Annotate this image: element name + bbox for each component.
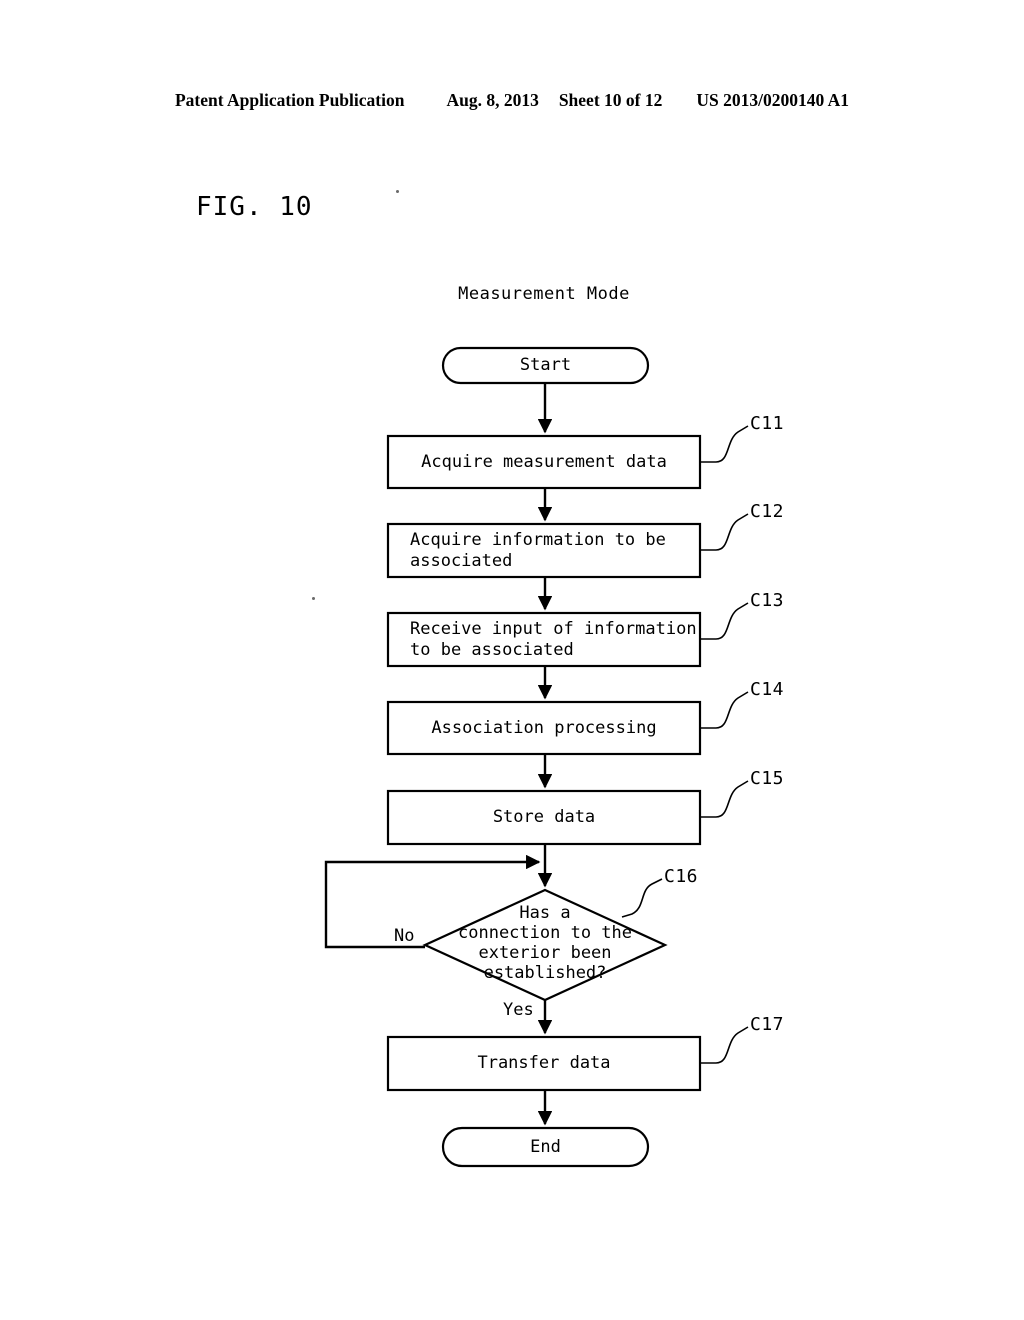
step-ref-label-c16: C16 [664, 866, 699, 887]
branch-label-no: No [394, 926, 415, 946]
leader-line-c15 [700, 780, 749, 818]
step-ref-label-c15: C15 [750, 768, 785, 789]
decision-text-line-2: connection to the [458, 923, 632, 943]
step-label-c14: Association processing [431, 717, 657, 738]
step-label-c15: Store data [492, 807, 596, 827]
leader-line-c14 [700, 691, 749, 729]
flowchart-diagram: Measurement Mode Start Acquire measureme… [0, 0, 1024, 1320]
decision-text-line-3: exterior been [478, 943, 612, 963]
branch-label-yes: Yes [503, 1000, 534, 1020]
step-label-c13: Receive input of information to be assoc… [410, 618, 697, 660]
leader-line-c13 [700, 602, 749, 640]
step-label-c12: Acquire information to be associated [410, 529, 666, 571]
start-terminal-label: Start [519, 355, 572, 375]
end-terminal-label: End [530, 1136, 561, 1157]
decision-text-line-4: established? [483, 963, 607, 983]
step-ref-label-c11: C11 [750, 413, 785, 434]
step-label-c17: Transfer data [477, 1053, 611, 1073]
step-ref-label-c13: C13 [750, 590, 785, 611]
leader-line-c12 [700, 513, 749, 551]
decision-text-line-1: Has a [519, 903, 571, 923]
step-label-c11: Acquire measurement data [421, 451, 667, 472]
leader-line-c11 [700, 425, 749, 463]
step-ref-label-c12: C12 [750, 501, 785, 522]
leader-line-c17 [700, 1026, 749, 1064]
step-ref-label-c14: C14 [750, 679, 785, 700]
step-ref-label-c17: C17 [750, 1014, 785, 1035]
